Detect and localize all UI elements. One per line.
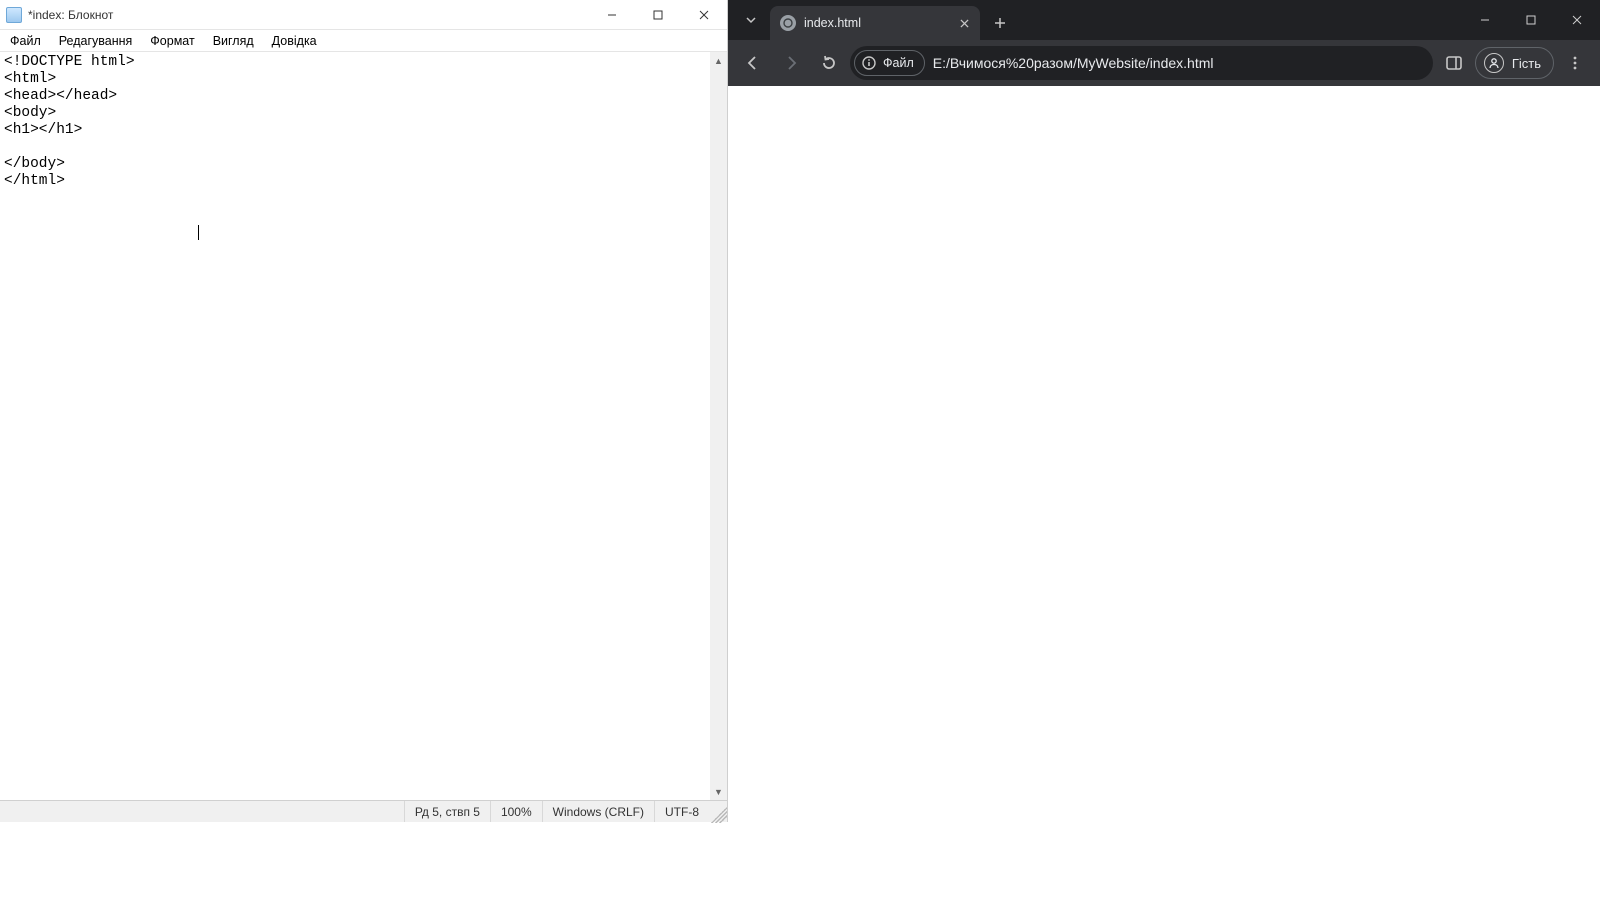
close-button[interactable] [681, 0, 727, 30]
tab-search-button[interactable] [736, 5, 766, 35]
tab-title: index.html [804, 16, 948, 30]
omnibox-file-chip[interactable]: Файл [854, 50, 925, 76]
nav-reload-button[interactable] [812, 46, 846, 80]
nav-forward-button[interactable] [774, 46, 808, 80]
minimize-button[interactable] [589, 0, 635, 30]
chrome-maximize-button[interactable] [1508, 0, 1554, 40]
notepad-title: *index: Блокнот [28, 8, 113, 22]
profile-label: Гість [1512, 56, 1541, 71]
notepad-window: *index: Блокнот Файл Редагування Формат … [0, 0, 728, 822]
status-encoding: UTF-8 [654, 801, 709, 822]
chrome-tabstrip: index.html [728, 0, 1600, 40]
notepad-scrollbar[interactable]: ▲ ▼ [710, 52, 727, 800]
tab-close-button[interactable] [956, 15, 972, 31]
notepad-app-icon [6, 7, 22, 23]
info-icon [861, 55, 877, 71]
avatar-icon [1484, 53, 1504, 73]
notepad-statusbar: Рд 5, ствп 5 100% Windows (CRLF) UTF-8 [0, 800, 727, 822]
tab-favicon-icon [780, 15, 796, 31]
empty-area [0, 822, 1600, 900]
side-panel-button[interactable] [1437, 46, 1471, 80]
scroll-down-icon[interactable]: ▼ [710, 783, 727, 800]
chrome-minimize-button[interactable] [1462, 0, 1508, 40]
omnibox-url[interactable]: E:/Вчимося%20разом/MyWebsite/index.html [933, 55, 1425, 71]
notepad-menubar: Файл Редагування Формат Вигляд Довідка [0, 30, 727, 52]
menu-edit[interactable]: Редагування [55, 32, 137, 50]
menu-file[interactable]: Файл [6, 32, 45, 50]
menu-view[interactable]: Вигляд [209, 32, 258, 50]
status-position: Рд 5, ствп 5 [404, 801, 490, 822]
nav-back-button[interactable] [736, 46, 770, 80]
text-cursor [198, 225, 199, 240]
profile-chip[interactable]: Гість [1475, 47, 1554, 79]
chrome-menu-button[interactable] [1558, 46, 1592, 80]
browser-tab[interactable]: index.html [770, 6, 980, 40]
notepad-titlebar[interactable]: *index: Блокнот [0, 0, 727, 30]
chrome-window: index.html [728, 0, 1600, 822]
scroll-up-icon[interactable]: ▲ [710, 52, 727, 69]
new-tab-button[interactable] [986, 9, 1014, 37]
menu-format[interactable]: Формат [146, 32, 198, 50]
menu-help[interactable]: Довідка [268, 32, 321, 50]
status-line-ending: Windows (CRLF) [542, 801, 654, 822]
chrome-close-button[interactable] [1554, 0, 1600, 40]
maximize-button[interactable] [635, 0, 681, 30]
omnibox-chip-label: Файл [883, 56, 914, 70]
notepad-text-area[interactable]: <!DOCTYPE html> <html> <head></head> <bo… [0, 52, 710, 800]
chrome-viewport[interactable] [728, 86, 1600, 822]
chrome-toolbar: Файл E:/Вчимося%20разом/MyWebsite/index.… [728, 40, 1600, 86]
resize-grip[interactable] [709, 801, 727, 823]
status-zoom: 100% [490, 801, 542, 822]
omnibox[interactable]: Файл E:/Вчимося%20разом/MyWebsite/index.… [850, 46, 1433, 80]
